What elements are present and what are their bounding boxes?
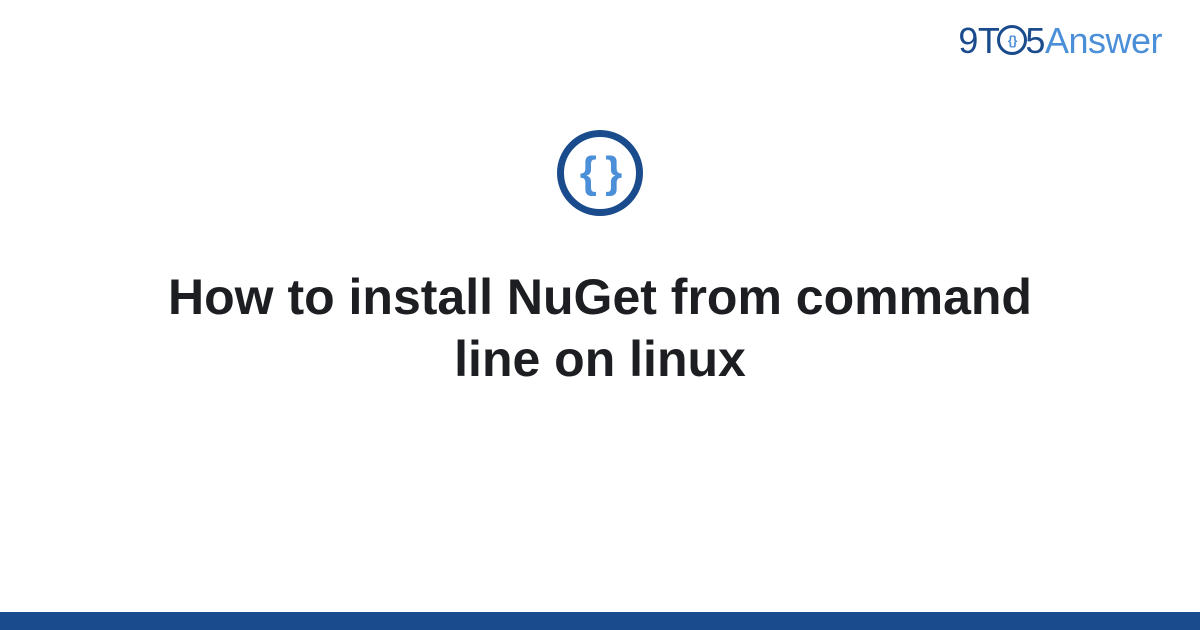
brand-o-circle: {} (997, 25, 1027, 55)
code-braces-icon: { } (580, 151, 620, 195)
page-title: How to install NuGet from command line o… (150, 266, 1050, 390)
brand-text-5: 5 (1025, 20, 1045, 61)
footer-accent-bar (0, 612, 1200, 630)
site-brand-logo: 9T {} 5Answer (958, 20, 1162, 62)
main-content: { } How to install NuGet from command li… (0, 130, 1200, 390)
brand-text-9t: 9T (958, 20, 999, 61)
topic-icon-circle: { } (557, 130, 643, 216)
brand-text-answer: Answer (1045, 20, 1162, 61)
brand-o-braces-icon: {} (1008, 34, 1017, 47)
